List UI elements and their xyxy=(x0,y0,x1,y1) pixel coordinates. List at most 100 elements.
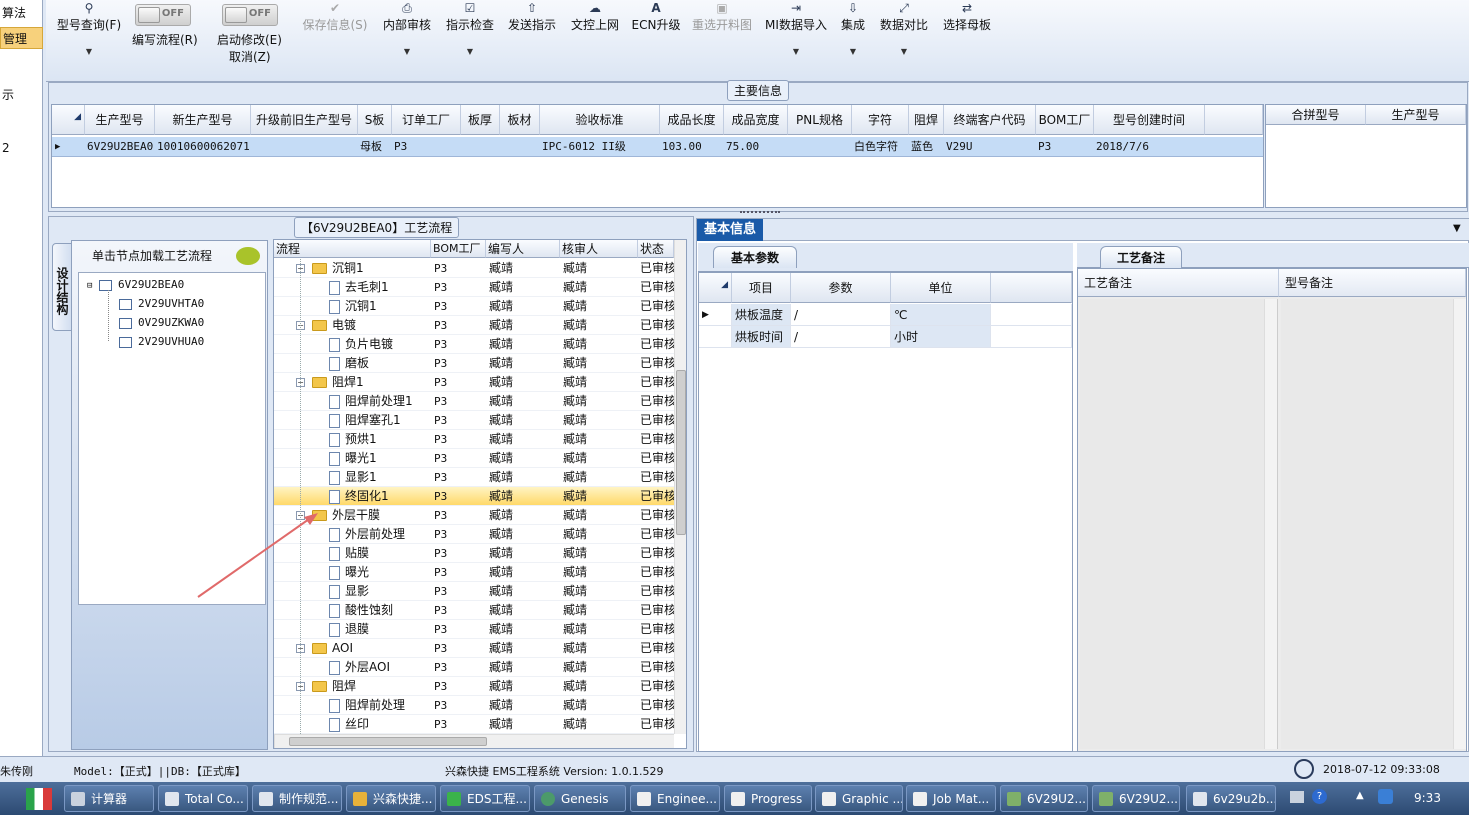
chevron-down-icon[interactable]: ▼ xyxy=(1453,223,1461,234)
vertical-scrollbar[interactable] xyxy=(1264,299,1277,749)
help-icon[interactable]: ? xyxy=(1312,789,1327,804)
chevron-down-icon[interactable]: ▼ xyxy=(762,47,830,56)
flow-row[interactable]: 退膜 P3 臧靖 臧靖 已审核 xyxy=(274,620,674,639)
col-header[interactable]: 验收标准 xyxy=(540,105,660,135)
left-menu-item[interactable]: 示 xyxy=(0,84,43,106)
left-menu-item[interactable]: 算法 xyxy=(0,2,43,24)
cell[interactable]: / xyxy=(791,304,891,326)
col-header[interactable]: 单位 xyxy=(891,273,991,303)
left-menu-item-selected[interactable]: 管理 xyxy=(0,27,43,49)
cell[interactable] xyxy=(461,137,500,157)
write-flow-toggle[interactable]: OFF xyxy=(135,4,191,26)
data-compare-button[interactable]: ⤢ 数据对比 ▼ xyxy=(877,0,931,56)
cell[interactable]: P3 xyxy=(392,137,461,157)
flow-row[interactable]: 酸性蚀刻 P3 臧靖 臧靖 已审核 xyxy=(274,601,674,620)
taskbar-item[interactable]: Enginee... xyxy=(630,785,720,812)
flow-row[interactable]: 阻焊前处理 P3 臧靖 臧靖 已审核 xyxy=(274,696,674,715)
process-notes-textarea[interactable] xyxy=(1080,299,1278,749)
col-header[interactable]: 参数 xyxy=(791,273,891,303)
taskbar-item[interactable]: Graphic ... xyxy=(815,785,903,812)
tree-node[interactable]: 2V29UVHTA0 xyxy=(119,297,204,310)
col-header[interactable]: 生产型号 xyxy=(1366,105,1466,125)
flow-row[interactable]: 曝光1 P3 臧靖 臧靖 已审核 xyxy=(274,449,674,468)
flow-row[interactable]: 显影 P3 臧靖 臧靖 已审核 xyxy=(274,582,674,601)
splitter-handle[interactable] xyxy=(740,211,780,215)
app-flag-icon[interactable] xyxy=(26,788,52,810)
taskbar-item[interactable]: Genesis xyxy=(534,785,626,812)
keyboard-icon[interactable] xyxy=(1290,791,1304,803)
col-header[interactable]: 核审人 xyxy=(560,240,638,258)
col-header[interactable]: BOM工厂 xyxy=(431,240,486,258)
flow-row[interactable]: − 阻焊1 P3 臧靖 臧靖 已审核 xyxy=(274,373,674,392)
cell[interactable]: 烘板时间 xyxy=(732,326,791,348)
col-header[interactable]: 升级前旧生产型号 xyxy=(251,105,358,135)
model-query-button[interactable]: ⚲ 型号查询(F) ▼ xyxy=(54,0,124,56)
cell[interactable]: 2018/7/6 xyxy=(1094,137,1205,157)
tree-node[interactable]: 0V29UZKWA0 xyxy=(119,316,204,329)
chevron-down-icon[interactable]: ▼ xyxy=(836,47,870,56)
col-header[interactable]: 状态 xyxy=(638,240,674,258)
vertical-scrollbar[interactable] xyxy=(674,240,686,734)
taskbar-item[interactable]: 6V29U2... xyxy=(1092,785,1180,812)
cell[interactable]: 103.00 xyxy=(660,137,724,157)
col-header[interactable]: BOM工厂 xyxy=(1036,105,1094,135)
doc-control-button[interactable]: ☁ 文控上网 xyxy=(567,0,623,33)
flow-row[interactable]: − 电镀 P3 臧靖 臧靖 已审核 xyxy=(274,316,674,335)
instruction-check-button[interactable]: ☑ 指示检查 ▼ xyxy=(442,0,498,56)
col-header[interactable]: 板厚 xyxy=(461,105,500,135)
flow-row[interactable]: 磨板 P3 臧靖 臧靖 已审核 xyxy=(274,354,674,373)
taskbar-item[interactable]: 6v29u2b... xyxy=(1186,785,1276,812)
chevron-down-icon[interactable]: ▼ xyxy=(379,47,435,56)
col-header[interactable]: 编写人 xyxy=(486,240,560,258)
left-menu-item[interactable]: 2 xyxy=(0,137,43,159)
select-mother-board-button[interactable]: ⇄ 选择母板 xyxy=(939,0,995,33)
cell[interactable]: 小时 xyxy=(891,326,991,348)
flow-row[interactable]: 预烘1 P3 臧靖 臧靖 已审核 xyxy=(274,430,674,449)
chevron-down-icon[interactable]: ▼ xyxy=(54,47,124,56)
flow-row[interactable]: 外层前处理 P3 臧靖 臧靖 已审核 xyxy=(274,525,674,544)
cell[interactable] xyxy=(991,304,1072,326)
cell[interactable] xyxy=(251,137,358,157)
integrate-button[interactable]: ⇩ 集成 ▼ xyxy=(836,0,870,56)
grid-corner[interactable]: ◢ xyxy=(52,105,85,135)
cancel-edit-button[interactable]: 取消(Z) xyxy=(229,48,271,65)
cell[interactable]: IPC-6012 II级 xyxy=(540,137,660,157)
flow-row[interactable]: 去毛刺1 P3 臧靖 臧靖 已审核 xyxy=(274,278,674,297)
col-header[interactable]: 新生产型号 xyxy=(155,105,251,135)
tray-expand-icon[interactable]: ▲ xyxy=(1356,790,1364,801)
col-header[interactable]: 生产型号 xyxy=(85,105,155,135)
col-header[interactable]: S板 xyxy=(358,105,392,135)
cell[interactable]: / xyxy=(791,326,891,348)
taskbar-item[interactable]: 兴森快捷... xyxy=(346,785,436,812)
col-header[interactable]: 板材 xyxy=(500,105,540,135)
taskbar-item[interactable]: 6V29U2... xyxy=(1000,785,1088,812)
cell[interactable]: 母板 xyxy=(358,137,392,157)
cell[interactable]: 6V29U2BEA0 xyxy=(85,137,155,157)
flow-row[interactable]: 终固化1 P3 臧靖 臧靖 已审核 xyxy=(274,487,674,506)
internal-review-button[interactable]: ⎙ 内部审核 ▼ xyxy=(379,0,435,56)
vertical-scrollbar[interactable] xyxy=(1453,299,1466,749)
flow-row[interactable]: 外层AOI P3 臧靖 臧靖 已审核 xyxy=(274,658,674,677)
security-shield-icon[interactable] xyxy=(1378,789,1393,804)
taskbar-item[interactable]: Total Co... xyxy=(158,785,248,812)
flow-row[interactable]: − 阻焊 P3 臧靖 臧靖 已审核 xyxy=(274,677,674,696)
flow-row[interactable]: − AOI P3 臧靖 臧靖 已审核 xyxy=(274,639,674,658)
chevron-down-icon[interactable]: ▼ xyxy=(877,47,931,56)
flow-row[interactable]: 阻焊塞孔1 P3 臧靖 臧靖 已审核 xyxy=(274,411,674,430)
col-header[interactable]: 订单工厂 xyxy=(392,105,461,135)
cell[interactable]: 10010600062071 xyxy=(155,137,251,157)
scroll-thumb[interactable] xyxy=(676,370,686,535)
cell[interactable]: V29U xyxy=(944,137,1036,157)
cell[interactable] xyxy=(991,326,1072,348)
flow-row[interactable]: 贴膜 P3 臧靖 臧靖 已审核 xyxy=(274,544,674,563)
cell[interactable]: 蓝色 xyxy=(909,137,944,157)
grid-corner[interactable]: ◢ xyxy=(699,273,732,303)
flow-row[interactable]: − 沉铜1 P3 臧靖 臧靖 已审核 xyxy=(274,259,674,278)
tree-node[interactable]: 2V29UVHUA0 xyxy=(119,335,204,348)
design-structure-tab[interactable]: 设计结构 xyxy=(52,243,72,331)
col-header[interactable]: 字符 xyxy=(852,105,909,135)
col-header[interactable]: 阻焊 xyxy=(909,105,944,135)
flow-row[interactable]: 负片电镀 P3 臧靖 臧靖 已审核 xyxy=(274,335,674,354)
col-header[interactable]: 流程 xyxy=(274,240,431,258)
taskbar-item[interactable]: 计算器 xyxy=(64,785,154,812)
